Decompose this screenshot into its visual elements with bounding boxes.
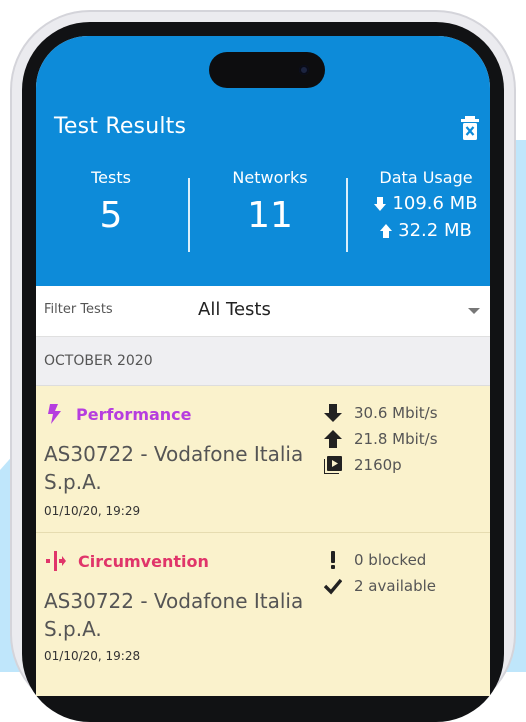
circumvention-icon xyxy=(46,551,66,571)
result-type-label: Performance xyxy=(76,404,192,424)
blocked-count-value: 0 blocked xyxy=(354,551,427,569)
result-type: Performance xyxy=(46,404,192,424)
result-type-label: Circumvention xyxy=(78,551,209,571)
data-usage-stat: Data Usage 109.6 MB 32.2 MB xyxy=(364,168,488,241)
networks-label: Networks xyxy=(232,168,308,187)
networks-value: 11 xyxy=(247,195,293,236)
data-usage-label: Data Usage xyxy=(379,168,473,187)
checkmark-icon xyxy=(324,578,342,595)
arrow-down-icon xyxy=(374,196,387,211)
available-count: 2 available xyxy=(324,573,436,599)
camera-notch xyxy=(209,52,325,88)
networks-stat: Networks 11 xyxy=(220,168,320,236)
network-name: AS30722 - Vodafone Italia S.p.A. xyxy=(44,589,304,641)
available-count-value: 2 available xyxy=(354,577,437,595)
page-title: Test Results xyxy=(54,114,187,139)
upload-usage: 32.2 MB xyxy=(364,220,488,241)
tests-label: Tests xyxy=(91,168,131,187)
test-date: 01/10/20, 19:29 xyxy=(44,504,141,518)
tests-stat: Tests 5 xyxy=(76,168,146,236)
filter-tests-dropdown[interactable]: Filter Tests All Tests xyxy=(36,286,490,337)
arrow-down-icon xyxy=(324,404,342,422)
blocked-count: 0 blocked xyxy=(324,547,436,573)
video-quality: 2160p xyxy=(324,452,438,478)
arrow-up-icon xyxy=(324,430,342,448)
stat-divider xyxy=(188,178,190,252)
result-metrics: 0 blocked 2 available xyxy=(324,547,436,599)
exclamation-icon xyxy=(331,551,335,569)
arrow-up-icon xyxy=(380,223,393,238)
result-metrics: 30.6 Mbit/s 21.8 Mbit/s 2160p xyxy=(324,400,438,478)
download-usage: 109.6 MB xyxy=(364,193,488,214)
result-type: Circumvention xyxy=(46,551,209,571)
upload-speed-value: 21.8 Mbit/s xyxy=(354,430,438,448)
upload-usage-value: 32.2 MB xyxy=(398,220,472,241)
filter-label: Filter Tests xyxy=(44,302,113,317)
lightning-icon xyxy=(48,404,61,424)
upload-speed: 21.8 Mbit/s xyxy=(324,426,438,452)
filter-selected-value[interactable]: All Tests xyxy=(198,299,271,320)
chevron-down-icon[interactable] xyxy=(468,308,480,314)
month-label: OCTOBER 2020 xyxy=(44,353,153,369)
network-name: AS30722 - Vodafone Italia S.p.A. xyxy=(44,442,304,494)
result-card-performance[interactable]: Performance AS30722 - Vodafone Italia S.… xyxy=(36,386,490,533)
app-screen: Test Results Tests 5 Networks 11 Data Us… xyxy=(36,36,490,696)
test-date: 01/10/20, 19:28 xyxy=(44,649,141,663)
tests-value: 5 xyxy=(99,195,123,236)
video-quality-value: 2160p xyxy=(354,456,402,474)
download-speed: 30.6 Mbit/s xyxy=(324,400,438,426)
download-usage-value: 109.6 MB xyxy=(392,193,478,214)
trash-icon[interactable] xyxy=(460,116,480,140)
stat-divider xyxy=(346,178,348,252)
camera-icon xyxy=(299,65,309,75)
month-header: OCTOBER 2020 xyxy=(36,337,490,386)
video-icon xyxy=(324,456,342,474)
download-speed-value: 30.6 Mbit/s xyxy=(354,404,438,422)
